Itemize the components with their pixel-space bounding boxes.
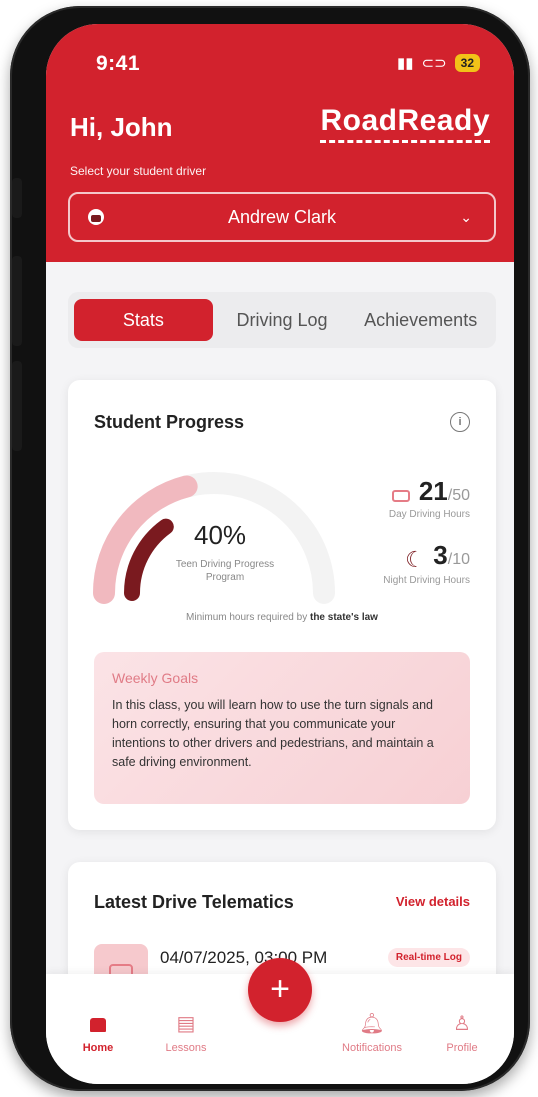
tab-driving-log[interactable]: Driving Log xyxy=(213,299,352,341)
day-hours-value: 21 xyxy=(418,476,448,506)
plus-icon: + xyxy=(270,970,290,1008)
status-bar: 9:41 ▮▮ ⊂⊃ 32 xyxy=(46,50,514,80)
status-icons: ▮▮ ⊂⊃ 32 xyxy=(397,54,480,72)
nav-profile[interactable]: ♙ Profile xyxy=(422,1012,502,1054)
night-driving-stat: ☾ 3/10 Night Driving Hours xyxy=(383,540,470,586)
min-hours-bold: the state's law xyxy=(309,612,378,623)
add-button[interactable]: + xyxy=(248,958,312,1022)
battery-icon: 32 xyxy=(454,54,480,72)
student-progress-card: Student Progress i 40% Teen Driving Prog… xyxy=(68,380,496,830)
app-header: 9:41 ▮▮ ⊂⊃ 32 Hi, John RoadReady Select … xyxy=(46,24,514,262)
user-icon: ♙ xyxy=(453,1013,471,1035)
night-hours-value: 3 xyxy=(433,540,448,570)
student-driver-select[interactable]: Andrew Clark ⌄ xyxy=(68,192,496,242)
roadready-logo: RoadReady xyxy=(320,104,490,143)
volume-up-button xyxy=(12,256,22,346)
side-button xyxy=(12,178,22,218)
app-screen: 9:41 ▮▮ ⊂⊃ 32 Hi, John RoadReady Select … xyxy=(46,24,514,1084)
day-hours-label: Day Driving Hours xyxy=(388,509,470,520)
car-icon xyxy=(392,489,411,502)
select-student-label: Select your student driver xyxy=(70,164,207,178)
nav-lessons-label: Lessons xyxy=(165,1042,207,1054)
weekly-goals-text: In this class, you will learn how to use… xyxy=(112,698,434,769)
nav-lessons[interactable]: ▤ Lessons xyxy=(146,1012,226,1054)
telematics-title: Latest Drive Telematics xyxy=(94,892,294,912)
bell-icon: 🔔︎ xyxy=(359,1013,385,1035)
day-driving-stat: 21/50 Day Driving Hours xyxy=(389,476,470,520)
progress-percent: 40% xyxy=(194,520,247,550)
day-hours-total: /50 xyxy=(447,487,470,504)
night-hours-total: /10 xyxy=(447,551,470,568)
tab-bar: Stats Driving Log Achievements xyxy=(68,292,496,348)
bottom-nav: Home ▤ Lessons + 🔔︎ Notifications ♙ Prof… xyxy=(46,958,514,1084)
book-icon: ▤ xyxy=(176,1013,196,1035)
nav-home[interactable]: Home xyxy=(58,1012,138,1054)
chevron-down-icon: ⌄ xyxy=(460,208,472,225)
selected-student-name: Andrew Clark xyxy=(227,206,337,227)
moon-icon: ☾ xyxy=(405,546,425,572)
nav-home-label: Home xyxy=(82,1042,114,1054)
weekly-goals-title: Weekly Goals xyxy=(112,670,199,686)
phone-frame: 9:41 ▮▮ ⊂⊃ 32 Hi, John RoadReady Select … xyxy=(10,6,530,1091)
tab-achievements[interactable]: Achievements xyxy=(351,299,490,341)
signal-icon: ▮▮ xyxy=(396,55,414,72)
info-icon[interactable]: i xyxy=(450,412,470,432)
volume-down-button xyxy=(12,361,22,451)
nav-notifications-label: Notifications xyxy=(342,1042,402,1054)
min-hours-text: Minimum hours required by xyxy=(186,612,308,623)
progress-subtitle: Teen Driving Progress Program xyxy=(175,559,275,583)
avatar xyxy=(88,209,104,225)
tab-stats[interactable]: Stats xyxy=(74,299,213,341)
status-time: 9:41 xyxy=(96,52,141,75)
realtime-log-badge[interactable]: Real-time Log xyxy=(387,948,470,967)
nav-profile-label: Profile xyxy=(446,1042,478,1054)
view-details-link[interactable]: View details xyxy=(396,894,470,909)
home-icon xyxy=(58,1012,138,1036)
greeting: Hi, John xyxy=(70,112,173,142)
card-title: Student Progress xyxy=(94,412,245,432)
weekly-goals-box: Weekly Goals In this class, you will lea… xyxy=(94,652,470,804)
min-hours-note: Minimum hours required by the state's la… xyxy=(68,612,496,623)
drive-datetime: 04/07/2025, 03:00 PM xyxy=(160,948,328,967)
link-icon: ⊂⊃ xyxy=(421,55,447,72)
nav-notifications[interactable]: 🔔︎ Notifications xyxy=(332,1012,412,1054)
night-hours-label: Night Driving Hours xyxy=(383,574,470,586)
